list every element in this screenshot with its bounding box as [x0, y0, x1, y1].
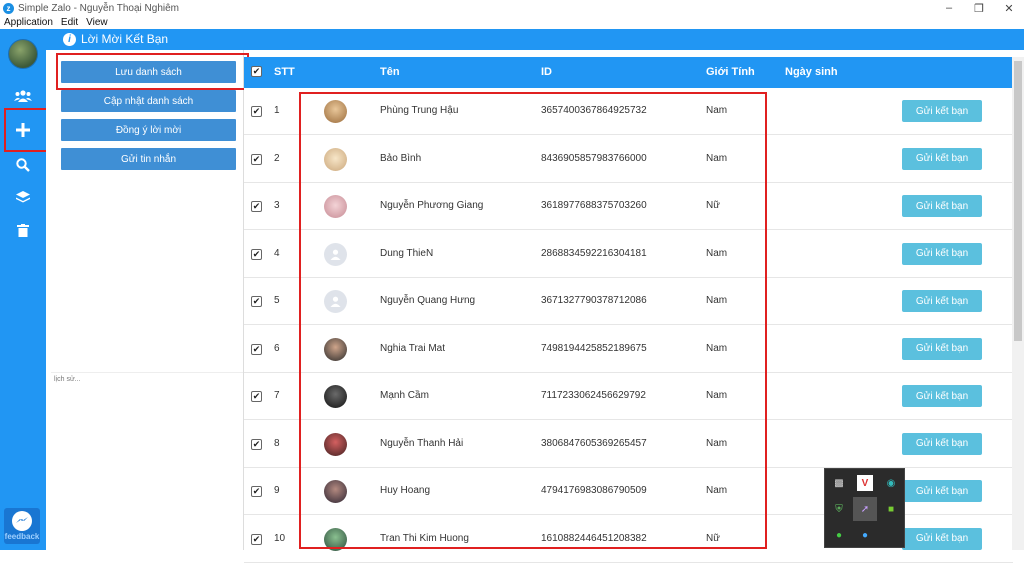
close-button[interactable]: ✕ [994, 0, 1024, 16]
send-friend-request-button[interactable]: Gửi kết bạn [902, 385, 982, 407]
row-stt: 9 [274, 485, 280, 496]
send-friend-request-button[interactable]: Gửi kết bạn [902, 100, 982, 122]
send-friend-request-button[interactable]: Gửi kết bạn [902, 147, 982, 170]
row-stt: 2 [274, 152, 280, 164]
maximize-button[interactable]: ❐ [964, 0, 994, 16]
header-birthday: Ngày sinh [785, 66, 838, 78]
send-friend-request-button[interactable]: Gửi kết bạn [902, 242, 982, 265]
table-scrollbar[interactable] [1012, 57, 1024, 550]
select-all-checkbox[interactable]: ✔ [251, 66, 262, 77]
save-list-highlight-box [56, 53, 249, 90]
row-checkbox[interactable]: ✔ [251, 486, 262, 497]
accept-invites-button[interactable]: Đồng ý lời mời [61, 119, 236, 141]
send-friend-request-button[interactable]: Gửi kết bạn [902, 480, 982, 502]
row-stt: 10 [274, 532, 286, 544]
plus-highlight-box [4, 108, 48, 152]
row-checkbox[interactable]: ✔ [251, 106, 262, 117]
row-checkbox[interactable]: ✔ [251, 201, 262, 212]
menu-application[interactable]: Application [0, 16, 57, 29]
send-friend-request-button[interactable]: Gửi kết bạn [902, 195, 982, 217]
feedback-button[interactable]: feedback [4, 508, 40, 544]
wifi-display-icon[interactable]: ▩ [831, 475, 847, 491]
vivaldi-icon[interactable]: V [857, 475, 873, 491]
header-id: ID [541, 66, 552, 78]
update-list-button[interactable]: Cập nhật danh sách [61, 90, 236, 112]
trash-icon[interactable] [0, 216, 46, 244]
row-stt: 8 [274, 437, 280, 449]
send-friend-request-button[interactable]: Gửi kết bạn [902, 432, 982, 455]
nvidia-icon[interactable]: ■ [883, 501, 899, 517]
header-gender: Giới Tính [706, 66, 755, 78]
row-stt: 1 [274, 105, 280, 116]
send-message-button[interactable]: Gửi tin nhắn [61, 148, 236, 170]
table-header: ✔ STT Tên ID Giới Tính Ngày sinh [244, 57, 1013, 88]
menu-bar: Application Edit View [0, 16, 1024, 29]
row-checkbox[interactable]: ✔ [251, 153, 262, 165]
window-titlebar: z Simple Zalo - Nguyễn Thoại Nghiêm – ❐ … [0, 0, 1024, 16]
info-icon: i [63, 33, 76, 46]
messenger-icon [12, 511, 32, 531]
row-checkbox[interactable]: ✔ [251, 391, 262, 402]
menu-view[interactable]: View [82, 16, 112, 29]
avatar[interactable] [8, 39, 38, 69]
layers-icon[interactable] [0, 183, 46, 211]
users-icon[interactable] [0, 82, 46, 110]
feather-icon[interactable]: ➚ [853, 497, 877, 521]
header-name: Tên [380, 66, 400, 78]
row-checkbox[interactable]: ✔ [251, 343, 262, 355]
row-checkbox[interactable]: ✔ [251, 248, 262, 260]
row-stt: 5 [274, 295, 280, 306]
header-stt: STT [274, 66, 295, 78]
row-stt: 6 [274, 342, 280, 354]
scroll-thumb[interactable] [1014, 61, 1022, 341]
menu-edit[interactable]: Edit [57, 16, 82, 29]
row-stt: 4 [274, 247, 280, 259]
minimize-button[interactable]: – [934, 0, 964, 16]
row-checkbox[interactable]: ✔ [251, 438, 262, 450]
send-friend-request-button[interactable]: Gửi kết bạn [902, 290, 982, 312]
history-textarea[interactable]: lịch sử... [51, 372, 243, 532]
blue-app-icon[interactable]: ● [857, 527, 873, 543]
app-logo-icon: z [3, 2, 14, 14]
row-stt: 7 [274, 390, 280, 401]
page-title: Lời Mời Kết Bạn [81, 32, 169, 46]
system-tray-popup: ▩ V ◉ ⛨ ➚ ■ ● ● [824, 468, 905, 548]
row-checkbox[interactable]: ✔ [251, 533, 262, 545]
history-placeholder: lịch sử... [54, 376, 81, 383]
chat-app-icon[interactable]: ◉ [883, 475, 899, 491]
green-app-icon[interactable]: ● [831, 527, 847, 543]
feedback-label: feedback [4, 532, 40, 541]
row-checkbox[interactable]: ✔ [251, 296, 262, 307]
table-highlight-box [299, 92, 767, 549]
shield-icon[interactable]: ⛨ [831, 501, 847, 517]
row-stt: 3 [274, 200, 280, 211]
search-icon[interactable] [0, 151, 46, 179]
send-friend-request-button[interactable]: Gửi kết bạn [902, 527, 982, 550]
send-friend-request-button[interactable]: Gửi kết bạn [902, 337, 982, 360]
window-title: Simple Zalo - Nguyễn Thoại Nghiêm [18, 2, 180, 14]
